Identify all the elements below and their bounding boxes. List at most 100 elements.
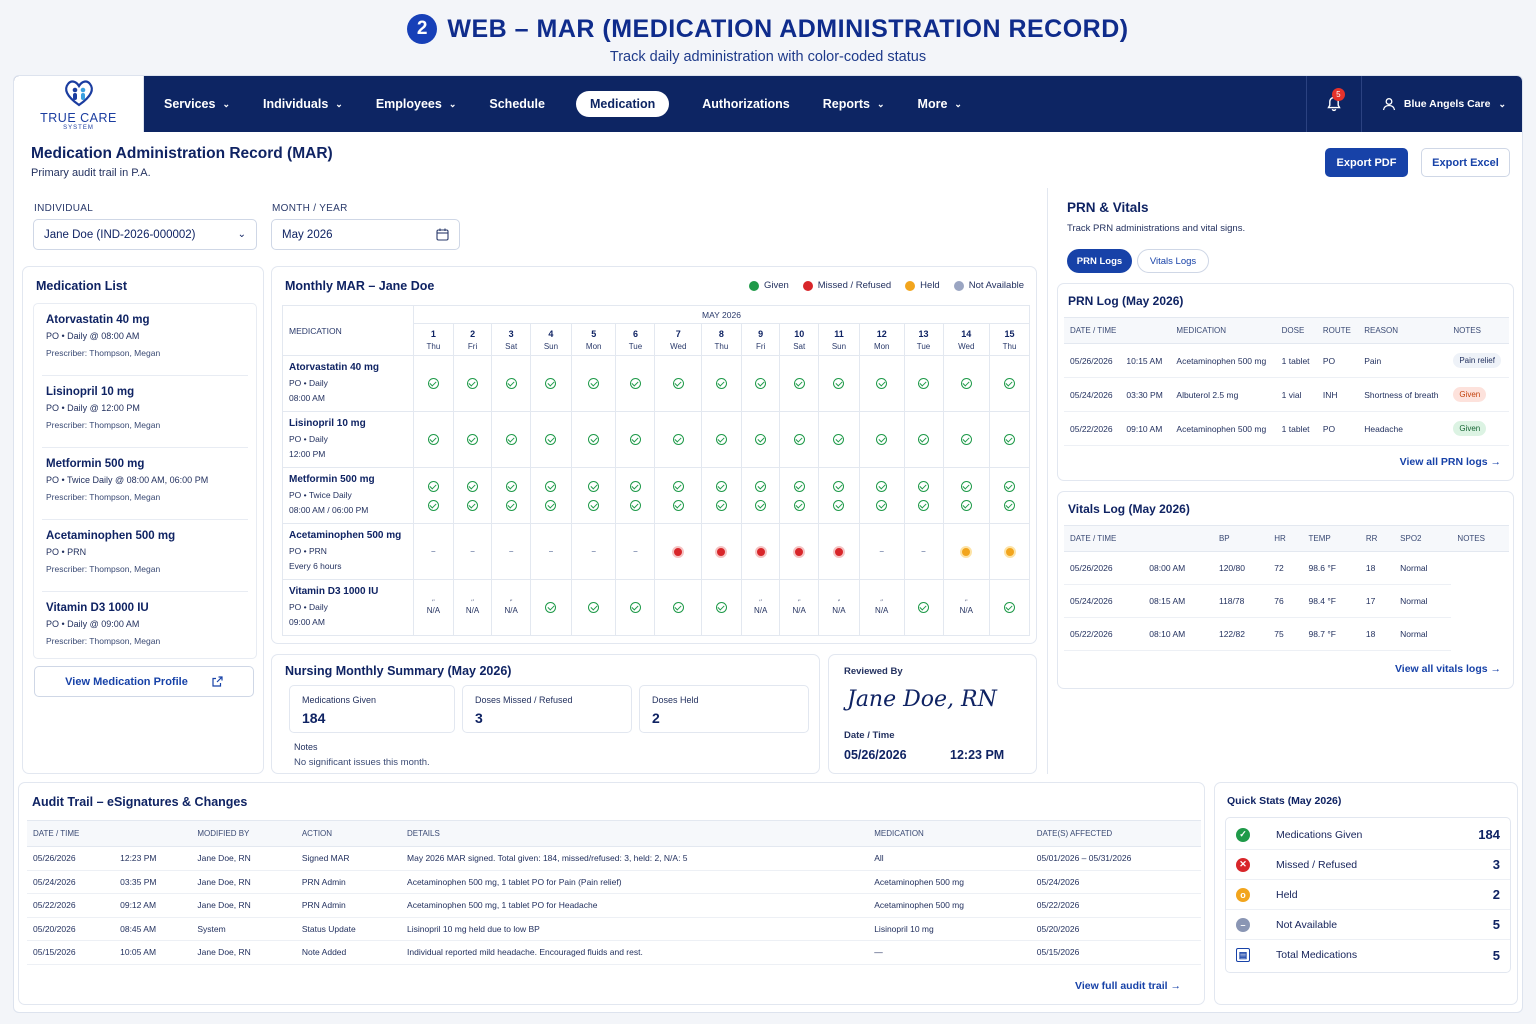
export-pdf-button[interactable]: Export PDF xyxy=(1325,148,1408,177)
mar-day-cell[interactable]: – xyxy=(858,523,905,580)
mar-day-cell[interactable] xyxy=(570,579,617,636)
mar-day-cell[interactable]: – xyxy=(903,523,944,580)
mar-day-cell[interactable] xyxy=(779,411,819,468)
mar-day-cell[interactable] xyxy=(615,579,656,636)
mar-day-cell[interactable] xyxy=(570,355,617,412)
mar-day-cell[interactable] xyxy=(942,355,991,412)
table-row[interactable]: 05/26/2026 12:23 PM Jane Doe, RN Signed MAR… xyxy=(27,846,1201,871)
nav-individuals[interactable]: Individuals ⌄ xyxy=(263,97,343,111)
mar-day-cell[interactable] xyxy=(615,467,656,524)
mar-day-cell[interactable] xyxy=(529,411,572,468)
mar-day-cell[interactable] xyxy=(942,523,991,580)
mar-day-cell[interactable] xyxy=(817,467,860,524)
month-picker[interactable]: May 2026 xyxy=(271,219,460,250)
nav-authorizations[interactable]: Authorizations xyxy=(702,97,790,111)
mar-day-cell[interactable] xyxy=(989,523,1030,580)
medication-item[interactable]: Lisinopril 10 mg PO • Daily @ 12:00 PM Pre… xyxy=(42,376,248,448)
mar-day-cell[interactable] xyxy=(413,355,454,412)
mar-day-cell[interactable] xyxy=(654,523,703,580)
tab-vitals-logs[interactable]: Vitals Logs xyxy=(1137,249,1209,273)
mar-day-cell[interactable]: – xyxy=(570,523,617,580)
table-row[interactable]: 05/24/2026 03:30 PM Albuterol 2.5 mg 1 vial… xyxy=(1064,377,1509,412)
mar-day-cell[interactable] xyxy=(740,523,781,580)
mar-day-cell[interactable] xyxy=(858,467,905,524)
mar-day-cell[interactable] xyxy=(654,411,703,468)
notifications-button[interactable]: 5 xyxy=(1305,76,1362,132)
mar-day-cell[interactable] xyxy=(491,411,531,468)
mar-day-cell[interactable] xyxy=(529,579,572,636)
mar-day-cell[interactable] xyxy=(452,411,493,468)
mar-day-cell[interactable] xyxy=(615,411,656,468)
mar-day-cell[interactable] xyxy=(858,355,905,412)
export-excel-button[interactable]: Export Excel xyxy=(1421,148,1510,177)
mar-day-cell[interactable] xyxy=(779,355,819,412)
medication-item[interactable]: Vitamin D3 1000 IU PO • Daily @ 09:00 AM P… xyxy=(42,592,248,658)
table-row[interactable]: 05/24/2026 08:15 AM 118/78 76 98.4 °F 17 Norma… xyxy=(1064,584,1509,618)
mar-day-cell[interactable]: ‘’ N/A xyxy=(413,579,454,636)
table-row[interactable]: 05/22/2026 08:10 AM 122/82 75 98.7 °F 18 Norma… xyxy=(1064,617,1509,651)
logo[interactable]: TRUE CARE SYSTEM xyxy=(14,76,144,132)
table-row[interactable]: 05/24/2026 03:35 PM Jane Doe, RN PRN Admin A… xyxy=(27,870,1201,894)
mar-day-cell[interactable] xyxy=(413,467,454,524)
table-row[interactable]: 05/26/2026 10:15 AM Acetaminophen 500 mg 1 … xyxy=(1064,343,1509,378)
mar-day-cell[interactable]: – xyxy=(452,523,493,580)
mar-day-cell[interactable]: ‘’ N/A xyxy=(491,579,531,636)
mar-day-cell[interactable] xyxy=(942,411,991,468)
mar-day-cell[interactable] xyxy=(654,579,703,636)
mar-day-cell[interactable]: – xyxy=(529,523,572,580)
mar-day-cell[interactable] xyxy=(817,411,860,468)
table-row[interactable]: 05/15/2026 10:05 AM Jane Doe, RN Note Added… xyxy=(27,940,1201,965)
nav-medication[interactable]: Medication xyxy=(575,91,670,117)
individual-select[interactable]: Jane Doe (IND-2026-000002) ⌄ xyxy=(33,219,257,250)
view-medication-profile-button[interactable]: View Medication Profile xyxy=(34,666,254,697)
mar-day-cell[interactable] xyxy=(529,467,572,524)
mar-day-cell[interactable] xyxy=(817,355,860,412)
mar-day-cell[interactable] xyxy=(779,467,819,524)
view-full-audit-trail-link[interactable]: View full audit trail → xyxy=(1075,980,1181,992)
table-row[interactable]: 05/20/2026 08:45 AM System Status Update Lis… xyxy=(27,917,1201,941)
mar-day-cell[interactable] xyxy=(903,467,944,524)
mar-day-cell[interactable] xyxy=(654,467,703,524)
mar-day-cell[interactable] xyxy=(858,411,905,468)
mar-day-cell[interactable] xyxy=(740,467,781,524)
mar-day-cell[interactable] xyxy=(701,579,742,636)
mar-day-cell[interactable] xyxy=(570,411,617,468)
mar-day-cell[interactable] xyxy=(989,355,1030,412)
mar-day-cell[interactable] xyxy=(615,355,656,412)
nav-reports[interactable]: Reports ⌄ xyxy=(823,97,885,111)
mar-day-cell[interactable] xyxy=(779,523,819,580)
mar-day-cell[interactable] xyxy=(740,411,781,468)
mar-day-cell[interactable] xyxy=(491,467,531,524)
nav-services[interactable]: Services ⌄ xyxy=(164,97,230,111)
mar-day-cell[interactable] xyxy=(413,411,454,468)
medication-item[interactable]: Metformin 500 mg PO • Twice Daily @ 08:00… xyxy=(42,448,248,520)
table-row[interactable]: 05/22/2026 09:10 AM Acetaminophen 500 mg 1 … xyxy=(1064,411,1509,446)
mar-day-cell[interactable] xyxy=(529,355,572,412)
mar-day-cell[interactable] xyxy=(989,411,1030,468)
mar-day-cell[interactable] xyxy=(452,355,493,412)
mar-day-cell[interactable]: – xyxy=(491,523,531,580)
mar-day-cell[interactable]: ‘’ N/A xyxy=(740,579,781,636)
mar-day-cell[interactable] xyxy=(701,355,742,412)
mar-day-cell[interactable] xyxy=(491,355,531,412)
mar-day-cell[interactable]: ‘’ N/A xyxy=(779,579,819,636)
mar-day-cell[interactable] xyxy=(701,467,742,524)
nav-employees[interactable]: Employees ⌄ xyxy=(376,97,457,111)
mar-day-cell[interactable] xyxy=(903,355,944,412)
nav-schedule[interactable]: Schedule xyxy=(489,97,545,111)
mar-day-cell[interactable] xyxy=(817,523,860,580)
mar-day-cell[interactable]: ‘’ N/A xyxy=(817,579,860,636)
mar-day-cell[interactable] xyxy=(903,579,944,636)
mar-day-cell[interactable] xyxy=(989,579,1030,636)
mar-day-cell[interactable]: – xyxy=(413,523,454,580)
mar-day-cell[interactable] xyxy=(654,355,703,412)
view-all-vitals-logs-link[interactable]: View all vitals logs → xyxy=(1395,663,1501,675)
table-row[interactable]: 05/22/2026 09:12 AM Jane Doe, RN PRN Admin A… xyxy=(27,893,1201,918)
mar-day-cell[interactable] xyxy=(570,467,617,524)
mar-day-cell[interactable] xyxy=(903,411,944,468)
table-row[interactable]: 05/26/2026 08:00 AM 120/80 72 98.6 °F 18 Norma… xyxy=(1064,551,1509,585)
org-menu[interactable]: Blue Angels Care ⌄ xyxy=(1362,97,1522,111)
medication-item[interactable]: Acetaminophen 500 mg PO • PRN Prescriber: … xyxy=(42,520,248,592)
mar-day-cell[interactable]: ‘’ N/A xyxy=(858,579,905,636)
nav-more[interactable]: More ⌄ xyxy=(918,97,962,111)
